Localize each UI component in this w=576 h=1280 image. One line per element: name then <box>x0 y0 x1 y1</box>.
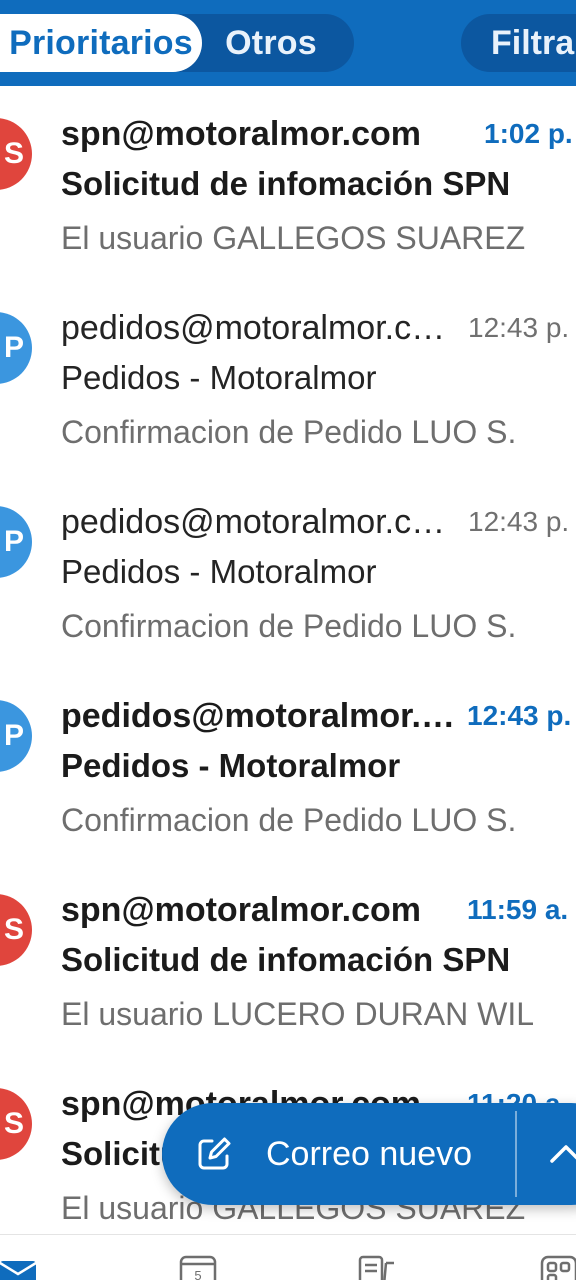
sender-name: pedidos@motoralmor.com <box>61 309 456 347</box>
message-subject: Solicitud de infomación SPN <box>61 165 511 202</box>
sender-name: pedidos@motoralmor.com <box>61 503 456 541</box>
message-time: 11:59 a. <box>467 894 569 925</box>
message-preview: Confirmacion de Pedido LUO S. <box>61 414 517 450</box>
message-preview: El usuario LUCERO DURAN WIL <box>61 996 534 1032</box>
sender-avatar: S <box>0 118 32 190</box>
message-time: 1:02 p. <box>484 118 573 149</box>
feed-icon[interactable] <box>358 1255 396 1280</box>
chevron-up-icon[interactable] <box>546 1137 576 1169</box>
message-subject: Pedidos - Motoralmor <box>61 747 401 784</box>
filter-button[interactable]: Filtra <box>461 14 576 72</box>
bottom-navigation: 5 <box>0 1234 576 1280</box>
tab-other[interactable]: Otros <box>202 14 352 72</box>
message-subject: Solicitud de infomación SPN <box>61 941 511 978</box>
message-time: 12:43 p. <box>468 312 570 343</box>
message-row[interactable]: P pedidos@motoralmor.com 12:43 p. Pedido… <box>0 668 576 862</box>
compose-icon <box>198 1137 231 1170</box>
top-bar: Prioritarios Otros Filtra <box>0 0 576 86</box>
fab-divider <box>515 1111 517 1197</box>
mail-icon[interactable] <box>0 1255 38 1280</box>
sender-avatar: S <box>0 1088 32 1160</box>
calendar-icon[interactable]: 5 <box>179 1255 217 1280</box>
message-row[interactable]: S spn@motoralmor.com 1:02 p. Solicitud d… <box>0 86 576 280</box>
sender-avatar: S <box>0 894 32 966</box>
message-list: S spn@motoralmor.com 1:02 p. Solicitud d… <box>0 86 576 1234</box>
message-subject: Pedidos - Motoralmor <box>61 553 377 590</box>
new-mail-button[interactable]: Correo nuevo <box>162 1103 576 1205</box>
calendar-day: 5 <box>194 1268 201 1280</box>
new-mail-label: Correo nuevo <box>266 1135 473 1173</box>
message-preview: Confirmacion de Pedido LUO S. <box>61 608 517 644</box>
message-preview: El usuario GALLEGOS SUAREZ <box>61 220 526 256</box>
apps-icon[interactable] <box>538 1255 576 1280</box>
inbox-segmented-control: Prioritarios Otros <box>0 14 354 72</box>
sender-avatar: P <box>0 312 32 384</box>
sender-avatar: P <box>0 506 32 578</box>
sender-name: pedidos@motoralmor.com <box>61 697 456 735</box>
message-time: 12:43 p. <box>467 700 572 731</box>
message-time: 12:43 p. <box>468 506 570 537</box>
message-row[interactable]: P pedidos@motoralmor.com 12:43 p. Pedido… <box>0 474 576 668</box>
message-preview: Confirmacion de Pedido LUO S. <box>61 802 517 838</box>
message-subject: Pedidos - Motoralmor <box>61 359 377 396</box>
message-row[interactable]: P pedidos@motoralmor.com 12:43 p. Pedido… <box>0 280 576 474</box>
outlook-inbox-screen: Prioritarios Otros Filtra S spn@motoralm… <box>0 0 576 1280</box>
tab-focused[interactable]: Prioritarios <box>0 14 202 72</box>
sender-avatar: P <box>0 700 32 772</box>
sender-name: spn@motoralmor.com <box>61 891 421 929</box>
sender-name: spn@motoralmor.com <box>61 115 421 153</box>
message-row[interactable]: S spn@motoralmor.com 11:59 a. Solicitud … <box>0 862 576 1056</box>
